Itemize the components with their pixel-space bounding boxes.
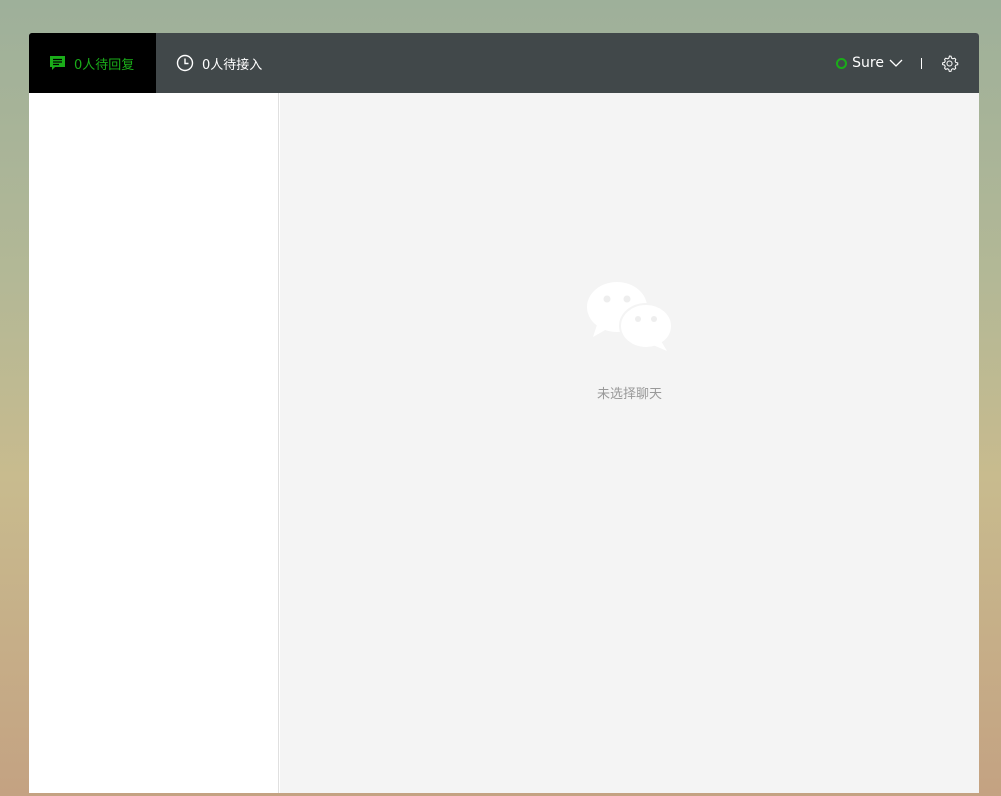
clock-icon bbox=[176, 54, 194, 72]
tab-pending-reply[interactable]: 0人待回复 bbox=[29, 33, 156, 93]
chat-panel: 未选择聊天 bbox=[280, 93, 979, 793]
gear-icon[interactable] bbox=[940, 54, 959, 73]
empty-state: 未选择聊天 bbox=[280, 281, 979, 402]
divider bbox=[921, 57, 922, 69]
tab-label: 0人待接入 bbox=[202, 57, 263, 73]
status-selector[interactable]: Sure bbox=[836, 55, 903, 71]
tab-pending-accept[interactable]: 0人待接入 bbox=[156, 33, 282, 93]
online-status-icon bbox=[836, 57, 848, 69]
header: 0人待回复 0人待接入 Sure bbox=[29, 33, 979, 93]
chat-icon bbox=[50, 55, 65, 70]
chevron-down-icon bbox=[889, 59, 903, 67]
wechat-icon bbox=[586, 282, 673, 351]
app-window: 0人待回复 0人待接入 Sure 未选择聊天 bbox=[29, 33, 979, 793]
empty-state-text: 未选择聊天 bbox=[596, 387, 662, 402]
conversation-list bbox=[29, 93, 279, 793]
tab-label: 0人待回复 bbox=[74, 57, 135, 73]
user-name: Sure bbox=[852, 55, 884, 71]
